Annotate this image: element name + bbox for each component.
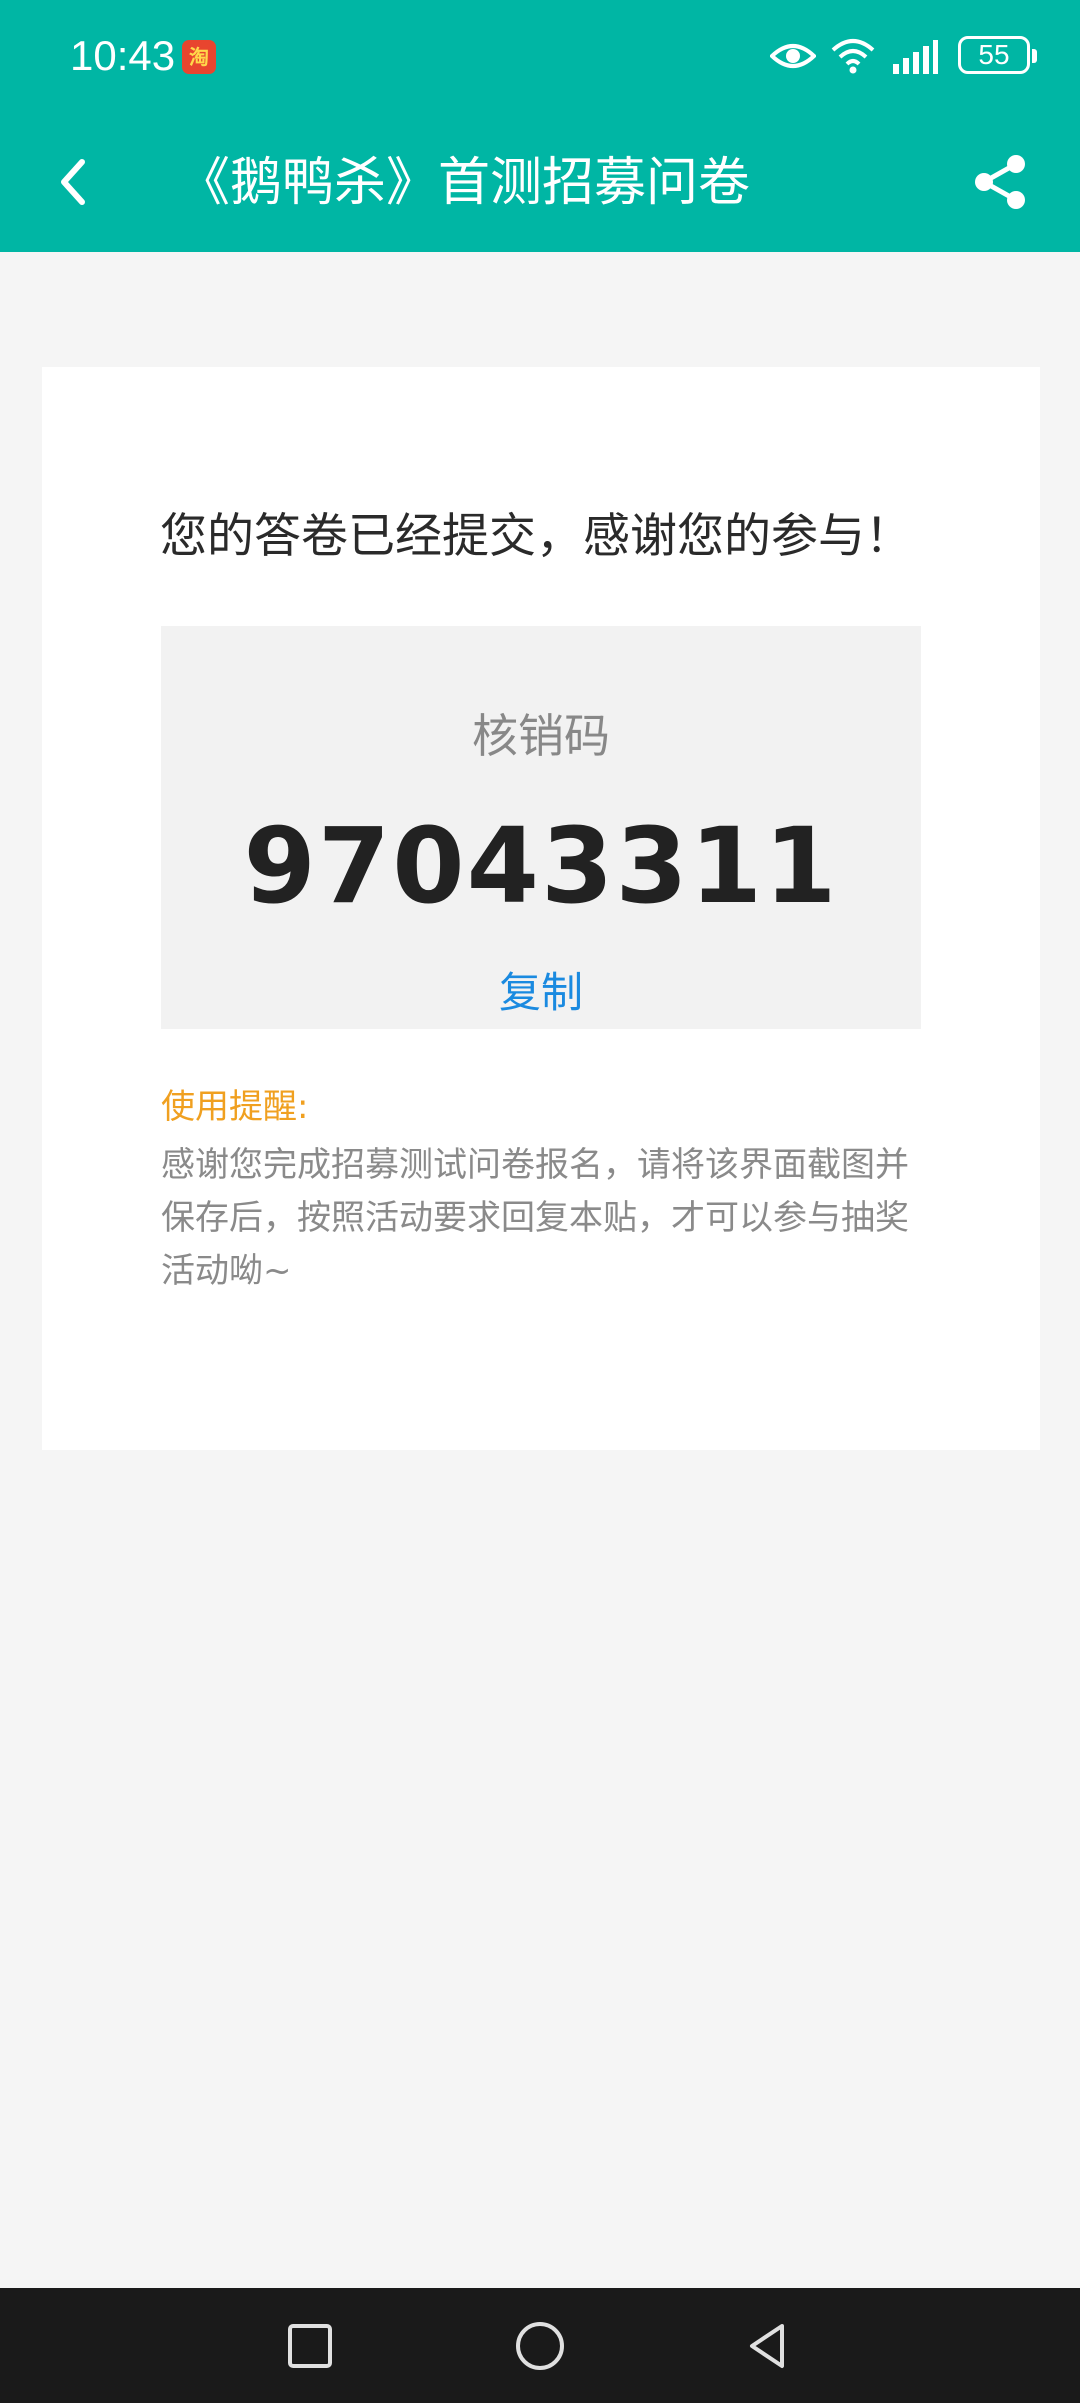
recent-apps-icon (288, 2324, 332, 2368)
verification-code-box: 核销码 97043311 复制 (161, 626, 921, 1029)
reminder-title: 使用提醒: (161, 1087, 309, 1127)
copy-button[interactable]: 复制 (466, 964, 616, 1022)
taobao-notification-icon: 淘 (182, 40, 216, 74)
back-nav-button[interactable] (738, 2316, 798, 2376)
verification-code: 97043311 (243, 805, 839, 927)
code-label: 核销码 (472, 709, 610, 763)
home-button[interactable] (510, 2316, 570, 2376)
status-icons: 55 (770, 30, 1037, 82)
status-time: 10:43 (70, 32, 176, 79)
wifi-icon (831, 39, 875, 74)
success-message: 您的答卷已经提交，感谢您的参与！ (160, 509, 912, 564)
share-button[interactable] (960, 142, 1040, 222)
battery-icon: 55 (958, 36, 1037, 74)
eye-icon (770, 44, 816, 68)
chevron-left-icon (61, 159, 85, 205)
signal-icon (893, 40, 938, 74)
back-button[interactable] (40, 142, 110, 222)
page-title: 《鹅鸭杀》首测招募问卷 (178, 153, 751, 213)
back-icon (750, 2324, 784, 2368)
status-bar: 10:43 淘 55 (0, 0, 1080, 112)
recent-apps-button[interactable] (280, 2316, 340, 2376)
home-icon (516, 2322, 564, 2370)
app-bar: 《鹅鸭杀》首测招募问卷 (0, 112, 1080, 252)
share-icon (975, 155, 1025, 209)
result-card: 您的答卷已经提交，感谢您的参与！ 核销码 97043311 复制 使用提醒: 感… (42, 367, 1040, 1450)
reminder-text: 感谢您完成招募测试问卷报名，请将该界面截图并保存后，按照活动要求回复本贴，才可以… (161, 1145, 909, 1291)
system-nav-bar (0, 2288, 1080, 2403)
